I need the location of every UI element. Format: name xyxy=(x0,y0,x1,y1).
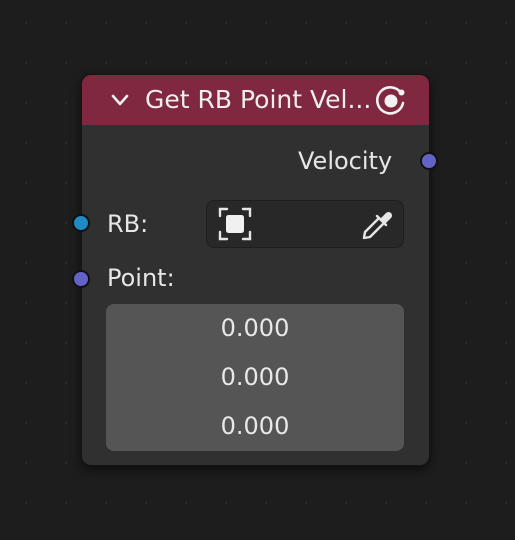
physics-rigid-body-icon xyxy=(375,86,405,115)
point-vector-field: 0.000 0.000 0.000 xyxy=(106,304,404,451)
input-point-socket[interactable] xyxy=(72,270,90,288)
node-header[interactable]: Get RB Point Vel... xyxy=(82,75,429,125)
chevron-down-icon[interactable] xyxy=(109,89,131,111)
point-x-field[interactable]: 0.000 xyxy=(106,304,404,352)
input-point-label: Point: xyxy=(107,264,175,292)
point-y-field[interactable]: 0.000 xyxy=(106,353,404,401)
output-velocity-socket[interactable] xyxy=(420,152,438,170)
eyedropper-icon[interactable] xyxy=(359,207,395,243)
point-z-field[interactable]: 0.000 xyxy=(106,402,404,451)
node-title: Get RB Point Vel... xyxy=(145,85,372,114)
object-data-icon xyxy=(218,207,252,241)
rb-object-field[interactable] xyxy=(206,200,404,248)
input-rb-socket[interactable] xyxy=(72,214,90,232)
input-rb-label: RB: xyxy=(107,210,149,238)
output-velocity-label: Velocity xyxy=(298,147,393,175)
